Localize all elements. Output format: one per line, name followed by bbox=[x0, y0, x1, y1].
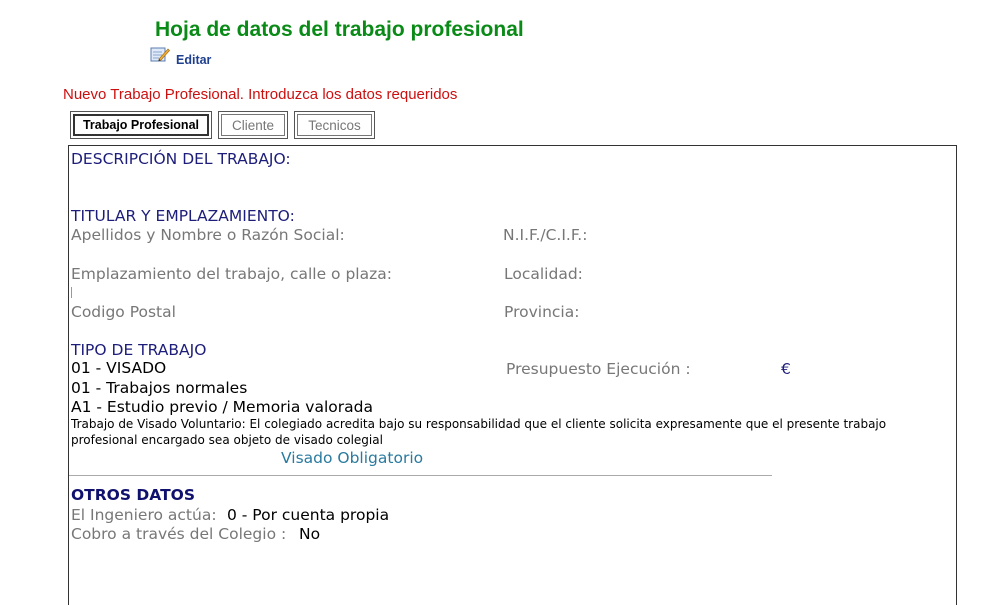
descripcion-heading: DESCRIPCIÓN DEL TRABAJO: bbox=[71, 150, 291, 168]
tipo-visado: 01 - VISADO bbox=[71, 359, 167, 377]
titular-heading: TITULAR Y EMPLAZAMIENTO: bbox=[71, 207, 295, 225]
tipo-trabajos: 01 - Trabajos normales bbox=[71, 379, 248, 397]
section-divider bbox=[69, 475, 772, 476]
nif-label: N.I.F./C.I.F.: bbox=[503, 226, 588, 244]
tab-label: Tecnicos bbox=[297, 114, 372, 136]
cobro-label: Cobro a través del Colegio : bbox=[71, 525, 287, 543]
tipo-estudio: A1 - Estudio previo / Memoria valorada bbox=[71, 398, 373, 416]
emplazamiento-label: Emplazamiento del trabajo, calle o plaza… bbox=[71, 265, 392, 283]
status-message: Nuevo Trabajo Profesional. Introduzca lo… bbox=[63, 86, 458, 103]
tipo-heading: TIPO DE TRABAJO bbox=[71, 341, 207, 359]
localidad-label: Localidad: bbox=[504, 265, 583, 283]
tab-label: Cliente bbox=[221, 114, 285, 136]
tab-tecnicos[interactable]: Tecnicos bbox=[294, 111, 375, 139]
provincia-label: Provincia: bbox=[504, 303, 580, 321]
edit-icon[interactable] bbox=[150, 45, 170, 63]
currency-symbol: € bbox=[781, 360, 791, 378]
page-title: Hoja de datos del trabajo profesional bbox=[155, 18, 524, 41]
ingeniero-value: 0 - Por cuenta propia bbox=[227, 506, 390, 524]
presupuesto-label: Presupuesto Ejecución : bbox=[506, 360, 691, 378]
tab-cliente[interactable]: Cliente bbox=[218, 111, 288, 139]
form-panel: DESCRIPCIÓN DEL TRABAJO: TITULAR Y EMPLA… bbox=[68, 145, 957, 605]
otros-heading: OTROS DATOS bbox=[71, 486, 195, 504]
apellidos-label: Apellidos y Nombre o Razón Social: bbox=[71, 226, 345, 244]
text-cursor bbox=[71, 287, 72, 298]
ingeniero-label: El Ingeniero actúa: bbox=[71, 506, 217, 524]
tab-trabajo-profesional[interactable]: Trabajo Profesional bbox=[70, 111, 212, 139]
visado-obligatorio-link[interactable]: Visado Obligatorio bbox=[281, 449, 423, 467]
visado-note: Trabajo de Visado Voluntario: El colegia… bbox=[71, 417, 887, 447]
codigo-postal-label: Codigo Postal bbox=[71, 303, 176, 321]
tab-label: Trabajo Profesional bbox=[73, 114, 209, 136]
edit-link[interactable]: Editar bbox=[176, 53, 211, 67]
cobro-value: No bbox=[299, 525, 321, 543]
